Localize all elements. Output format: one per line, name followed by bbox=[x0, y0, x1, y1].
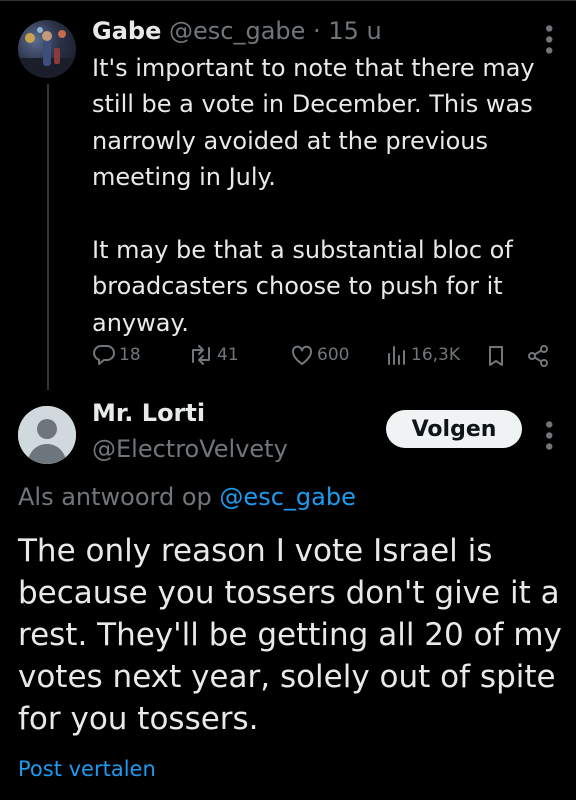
view-count: 16,3K bbox=[411, 345, 460, 365]
avatar-photo-icon bbox=[18, 27, 76, 78]
top-divider bbox=[0, 0, 576, 1]
reply-text: The only reason I vote Israel is because… bbox=[18, 533, 572, 737]
tweet-actions: 18 41 600 16,3K bbox=[92, 344, 552, 374]
bookmark-icon bbox=[489, 346, 503, 366]
avatar[interactable] bbox=[18, 406, 76, 464]
share-button[interactable] bbox=[526, 344, 550, 368]
reply-icon bbox=[93, 345, 115, 365]
separator: · bbox=[313, 17, 321, 45]
reply-to-link[interactable]: @esc_gabe bbox=[219, 483, 355, 511]
author-handle[interactable]: @esc_gabe bbox=[169, 17, 305, 45]
avatar[interactable] bbox=[18, 20, 76, 78]
tweet-header: Gabe @esc_gabe · 15 u bbox=[92, 14, 382, 48]
views-icon bbox=[388, 346, 405, 365]
heart-icon bbox=[291, 345, 313, 365]
like-count: 600 bbox=[317, 345, 350, 365]
reply-context: Als antwoord op @esc_gabe bbox=[18, 480, 356, 514]
bookmark-button[interactable] bbox=[486, 344, 506, 368]
reply-count: 18 bbox=[119, 345, 141, 365]
share-icon bbox=[528, 345, 548, 367]
thread-connector-line bbox=[47, 84, 49, 390]
views-button[interactable]: 16,3K bbox=[386, 344, 460, 366]
more-options-icon[interactable]: ••• bbox=[535, 418, 560, 451]
repost-button[interactable]: 41 bbox=[188, 344, 239, 366]
reply-prefix: Als antwoord op bbox=[18, 483, 212, 511]
translate-post-link[interactable]: Post vertalen bbox=[18, 754, 156, 784]
tweet-text: It's important to note that there may st… bbox=[92, 54, 535, 337]
repost-count: 41 bbox=[217, 345, 239, 365]
author-handle[interactable]: @ElectroVelvety bbox=[92, 432, 288, 466]
like-button[interactable]: 600 bbox=[290, 344, 349, 366]
timestamp[interactable]: 15 u bbox=[328, 17, 381, 45]
author-name[interactable]: Mr. Lorti bbox=[92, 396, 205, 430]
author-name[interactable]: Gabe bbox=[92, 17, 161, 45]
reply-button[interactable]: 18 bbox=[92, 344, 141, 366]
repost-icon bbox=[192, 345, 210, 365]
follow-button[interactable]: Volgen bbox=[386, 410, 522, 448]
default-profile-icon bbox=[18, 406, 76, 464]
